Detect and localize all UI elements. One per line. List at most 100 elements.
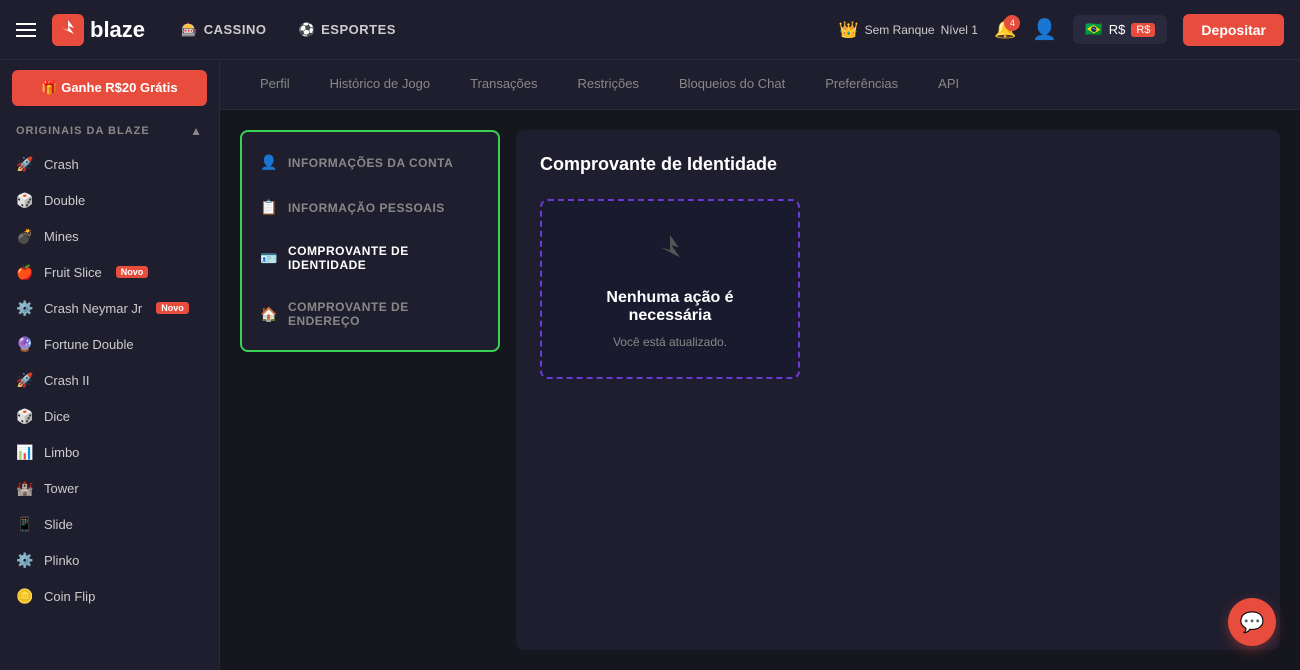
- sidebar-item-label-mines: Mines: [44, 229, 79, 244]
- sidebar-item-mines[interactable]: 💣 Mines: [0, 218, 219, 254]
- sidebar-item-label-coin-flip: Coin Flip: [44, 589, 95, 604]
- esportes-label: ESPORTES: [321, 22, 396, 37]
- menu-item-info-conta[interactable]: 👤 INFORMAÇÕES DA CONTA: [242, 140, 498, 185]
- hamburger-button[interactable]: [16, 23, 36, 37]
- slide-icon: 📱: [16, 515, 34, 533]
- deposit-button[interactable]: Depositar: [1183, 14, 1284, 46]
- chat-fab-button[interactable]: 💬: [1228, 598, 1276, 646]
- menu-label-comprovante-endereco: COMPROVANTE DE ENDEREÇO: [288, 300, 480, 328]
- notification-button[interactable]: 🔔 4: [994, 19, 1016, 40]
- sidebar-item-label-dice: Dice: [44, 409, 70, 424]
- sidebar-section-label: ORIGINAIS DA BLAZE: [16, 125, 150, 137]
- profile-menu: 👤 INFORMAÇÕES DA CONTA 📋 INFORMAÇÃO PESS…: [240, 130, 500, 352]
- sidebar-item-fortune-double[interactable]: 🔮 Fortune Double: [0, 326, 219, 362]
- cassino-label: CASSINO: [204, 22, 267, 37]
- profile-tabs: Perfil Histórico de Jogo Transações Rest…: [220, 60, 1300, 110]
- header-left: blaze 🎰 CASSINO ⚽ ESPORTES: [16, 14, 408, 46]
- sidebar-item-label-limbo: Limbo: [44, 445, 79, 460]
- menu-item-info-pessoais[interactable]: 📋 INFORMAÇÃO PESSOAIS: [242, 185, 498, 230]
- main-layout: 🎁 Ganhe R$20 Grátis ORIGINAIS DA BLAZE ▲…: [0, 60, 1300, 670]
- sidebar-item-label-crash: Crash: [44, 157, 79, 172]
- tab-preferencias[interactable]: Preferências: [805, 60, 918, 109]
- header-right: 👑 Sem Ranque Nível 1 🔔 4 👤 🇧🇷 R$ R$ Depo…: [839, 14, 1284, 46]
- rank-icon: 👑: [839, 20, 859, 40]
- crash-icon: 🚀: [16, 155, 34, 173]
- header: blaze 🎰 CASSINO ⚽ ESPORTES 👑 Sem Ranque …: [0, 0, 1300, 60]
- identity-card: Nenhuma ação énecessária Você está atual…: [540, 199, 800, 379]
- coin-flip-icon: 🪙: [16, 587, 34, 605]
- sidebar-item-label-fruit-slice: Fruit Slice: [44, 265, 102, 280]
- fruit-slice-icon: 🍎: [16, 263, 34, 281]
- user-button[interactable]: 👤: [1032, 17, 1057, 42]
- profile-content: 👤 INFORMAÇÕES DA CONTA 📋 INFORMAÇÃO PESS…: [220, 110, 1300, 670]
- balance-button[interactable]: 🇧🇷 R$ R$: [1073, 15, 1167, 44]
- tab-perfil[interactable]: Perfil: [240, 60, 310, 109]
- content-area: Perfil Histórico de Jogo Transações Rest…: [220, 60, 1300, 670]
- id-card-icon: 🪪: [260, 250, 278, 267]
- person-icon: 👤: [260, 154, 278, 171]
- nav-esportes[interactable]: ⚽ ESPORTES: [286, 16, 407, 44]
- blaze-logo-icon: [650, 230, 690, 279]
- document-icon: 📋: [260, 199, 278, 216]
- sidebar-item-label-slide: Slide: [44, 517, 73, 532]
- sidebar-item-label-double: Double: [44, 193, 85, 208]
- bonus-button[interactable]: 🎁 Ganhe R$20 Grátis: [12, 70, 207, 106]
- logo[interactable]: blaze: [52, 14, 145, 46]
- sidebar-item-dice[interactable]: 🎲 Dice: [0, 398, 219, 434]
- tab-api[interactable]: API: [918, 60, 979, 109]
- double-icon: 🎲: [16, 191, 34, 209]
- sidebar-section-header[interactable]: ORIGINAIS DA BLAZE ▲: [0, 116, 219, 146]
- notification-badge: 4: [1004, 15, 1020, 31]
- tab-restricoes[interactable]: Restrições: [558, 60, 659, 109]
- level-label: Nível 1: [941, 23, 978, 37]
- profile-main: Comprovante de Identidade Nenhuma ação é…: [516, 130, 1280, 650]
- sidebar-item-tower[interactable]: 🏰 Tower: [0, 470, 219, 506]
- tower-icon: 🏰: [16, 479, 34, 497]
- balance-icon: R$: [1131, 23, 1155, 37]
- identity-card-subtitle: Você está atualizado.: [613, 335, 727, 349]
- menu-item-comprovante-endereco[interactable]: 🏠 COMPROVANTE DE ENDEREÇO: [242, 286, 498, 342]
- rank-label: Sem Ranque: [865, 23, 935, 37]
- logo-text: blaze: [90, 17, 145, 43]
- home-icon: 🏠: [260, 306, 278, 323]
- logo-icon: [52, 14, 84, 46]
- balance-currency: R$: [1109, 22, 1126, 37]
- menu-item-comprovante-identidade[interactable]: 🪪 COMPROVANTE DE IDENTIDADE: [242, 230, 498, 286]
- menu-label-info-conta: INFORMAÇÕES DA CONTA: [288, 156, 453, 170]
- limbo-icon: 📊: [16, 443, 34, 461]
- plinko-icon: ⚙️: [16, 551, 34, 569]
- sidebar-item-label-crash-ii: Crash II: [44, 373, 90, 388]
- sidebar: 🎁 Ganhe R$20 Grátis ORIGINAIS DA BLAZE ▲…: [0, 60, 220, 670]
- flag-icon: 🇧🇷: [1085, 21, 1102, 38]
- sidebar-item-crash-ii[interactable]: 🚀 Crash II: [0, 362, 219, 398]
- esportes-icon: ⚽: [298, 22, 315, 38]
- sidebar-item-label-fortune-double: Fortune Double: [44, 337, 134, 352]
- chevron-up-icon: ▲: [190, 124, 203, 138]
- sidebar-item-crash[interactable]: 🚀 Crash: [0, 146, 219, 182]
- tab-bloqueios[interactable]: Bloqueios do Chat: [659, 60, 805, 109]
- sidebar-item-slide[interactable]: 📱 Slide: [0, 506, 219, 542]
- sidebar-item-coin-flip[interactable]: 🪙 Coin Flip: [0, 578, 219, 614]
- crash-neymar-icon: ⚙️: [16, 299, 34, 317]
- identity-card-title-text: Nenhuma ação énecessária: [606, 289, 733, 324]
- nav-cassino[interactable]: 🎰 CASSINO: [169, 16, 278, 44]
- chat-icon: 💬: [1240, 610, 1265, 635]
- sidebar-item-crash-neymar[interactable]: ⚙️ Crash Neymar Jr Novo: [0, 290, 219, 326]
- menu-label-comprovante-identidade: COMPROVANTE DE IDENTIDADE: [288, 244, 480, 272]
- sidebar-item-label-plinko: Plinko: [44, 553, 79, 568]
- sidebar-item-double[interactable]: 🎲 Double: [0, 182, 219, 218]
- tab-transacoes[interactable]: Transações: [450, 60, 557, 109]
- rank-info: 👑 Sem Ranque Nível 1: [839, 20, 978, 40]
- main-nav: 🎰 CASSINO ⚽ ESPORTES: [169, 16, 408, 44]
- sidebar-item-plinko[interactable]: ⚙️ Plinko: [0, 542, 219, 578]
- crash-ii-icon: 🚀: [16, 371, 34, 389]
- identity-card-title: Nenhuma ação énecessária: [606, 289, 733, 325]
- mines-icon: 💣: [16, 227, 34, 245]
- sidebar-item-label-tower: Tower: [44, 481, 79, 496]
- new-badge-crash-neymar: Novo: [156, 302, 189, 314]
- tab-historico[interactable]: Histórico de Jogo: [310, 60, 450, 109]
- cassino-icon: 🎰: [181, 22, 198, 38]
- sidebar-item-fruit-slice[interactable]: 🍎 Fruit Slice Novo: [0, 254, 219, 290]
- menu-label-info-pessoais: INFORMAÇÃO PESSOAIS: [288, 201, 445, 215]
- sidebar-item-limbo[interactable]: 📊 Limbo: [0, 434, 219, 470]
